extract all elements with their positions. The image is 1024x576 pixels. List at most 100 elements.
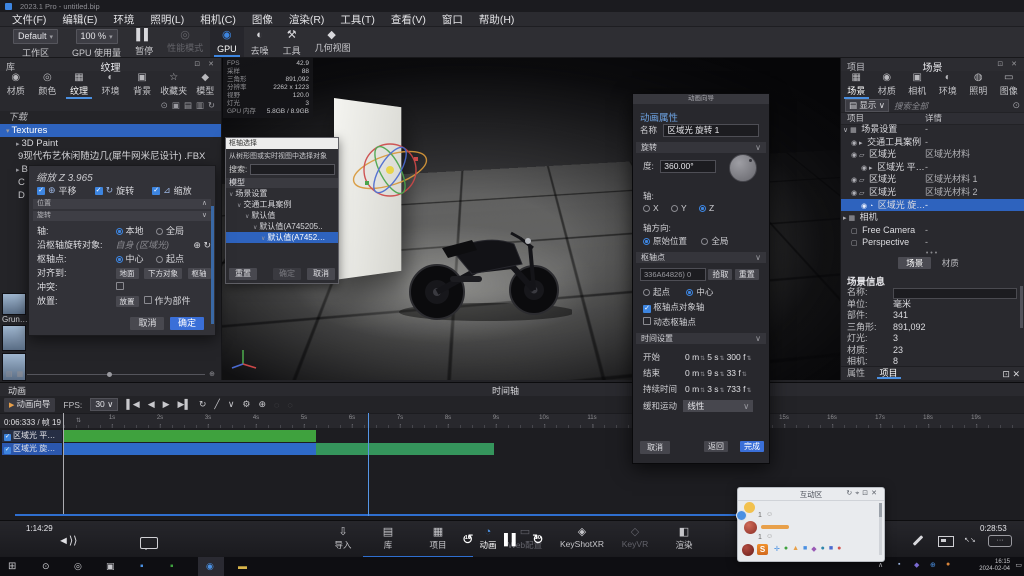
project-tab[interactable]: ▣ 相机	[902, 71, 933, 99]
ribbon-item[interactable]: ◧ 渲染	[662, 526, 706, 551]
refresh-icon[interactable]: ↻	[846, 490, 855, 497]
rewind-10-button[interactable]: ↺10	[462, 531, 474, 548]
tree-row-icon[interactable]: ∨ ▦	[843, 127, 857, 134]
splitter-dots[interactable]: •••	[841, 250, 1024, 257]
taskbar-active-app-icon[interactable]: ◉	[206, 561, 214, 572]
ribbon-item[interactable]: ▤ 库	[366, 526, 410, 551]
tray-icon[interactable]: ▪	[898, 561, 900, 568]
align-below-button[interactable]: 下方对象	[144, 268, 182, 279]
tree-row-icon[interactable]: ◉ ▸	[851, 140, 863, 147]
scene-name-input[interactable]	[893, 288, 1017, 299]
expander-icon[interactable]: ∨	[261, 236, 265, 242]
folder-icon[interactable]: ▣	[172, 100, 180, 111]
ribbon-item[interactable]: ◇ KeyVR	[613, 526, 657, 549]
task-view-icon[interactable]: ▣	[106, 561, 115, 572]
tree-row-icon[interactable]: ◉ ▱	[851, 177, 864, 184]
gpu-button[interactable]: ◉ GPU	[210, 27, 244, 57]
cancel-button[interactable]: 取消	[307, 268, 335, 280]
radio-center[interactable]: 中心	[686, 287, 713, 297]
picker-tree-row[interactable]: ∨默认值(A745205..	[226, 221, 338, 232]
large-view-icon[interactable]: ▦	[17, 370, 24, 378]
pick-button[interactable]: 拾取	[708, 269, 732, 280]
scrollbar[interactable]	[211, 206, 214, 324]
menu-item[interactable]: 窗口	[434, 12, 471, 27]
fps-dropdown[interactable]: 30 ∨	[90, 398, 118, 411]
ok-button[interactable]: 确定	[170, 317, 204, 330]
section-position[interactable]: 位置∧	[33, 199, 211, 209]
preset-dropdown[interactable]: Default▾	[13, 29, 58, 44]
library-tree-row[interactable]: ▸3D Paint	[0, 137, 221, 150]
time-minutes[interactable]: 0 m	[685, 352, 699, 362]
library-tab[interactable]: ◐ 环境	[95, 71, 127, 99]
expander-icon[interactable]: ∨	[229, 192, 233, 198]
back-button[interactable]: 返回	[704, 441, 728, 452]
picker-tree-row[interactable]: ∨场景设置	[226, 188, 338, 199]
degrees-dial[interactable]	[729, 154, 757, 182]
zoom-plus-icon[interactable]: ⊕	[209, 370, 215, 378]
tray-expand-icon[interactable]: ∧	[878, 561, 883, 569]
scrollbar[interactable]	[879, 503, 882, 555]
smiley-icon[interactable]: ☺	[766, 511, 773, 518]
zoom-slider[interactable]	[27, 374, 205, 375]
menu-item[interactable]: 工具(T)	[332, 12, 382, 27]
forward-30-button[interactable]: ↻30	[532, 531, 544, 548]
dialog-title-bar[interactable]: 动画向导	[633, 94, 769, 104]
library-thumbnail[interactable]	[2, 325, 26, 351]
align-ground-button[interactable]: 地面	[116, 268, 139, 279]
translate-toggle[interactable]: ✓⊕平移	[37, 184, 77, 197]
pivot-id-input[interactable]: 336A64826) 0	[640, 268, 706, 281]
tray-icon[interactable]: ●	[946, 561, 950, 568]
scene-tree-row[interactable]: ◉ ▸ 区域光 平… -	[841, 161, 1024, 174]
zoom-slider-knob[interactable]	[107, 372, 112, 377]
notification-icon[interactable]: ▭	[1015, 561, 1022, 569]
menu-item[interactable]: 环境	[105, 12, 142, 27]
tree-row-icon[interactable]: ◉ ▱	[851, 152, 864, 159]
menu-item[interactable]: 编辑(E)	[54, 12, 105, 27]
close-icon[interactable]: ✕	[871, 490, 880, 497]
ribbon-item[interactable]: ◈ KeyShotXR	[560, 526, 604, 549]
track-checkbox[interactable]: ✓	[4, 447, 11, 454]
time-minutes[interactable]: 0 m	[685, 384, 699, 394]
menu-item[interactable]: 相机(C)	[192, 12, 244, 27]
radio-local[interactable]: 本地	[116, 226, 144, 236]
tray-icon[interactable]: ◆	[914, 561, 919, 569]
expander-icon[interactable]: ▾	[6, 128, 10, 135]
scrollbar[interactable]	[1020, 286, 1023, 328]
track-checkbox[interactable]: ✓	[4, 434, 11, 441]
menu-item[interactable]: 图像	[244, 12, 281, 27]
small-view-icon[interactable]: ▤	[6, 370, 13, 378]
tree-row-icon[interactable]: ◉ ▱	[851, 190, 864, 197]
radio-global[interactable]: 全局	[701, 236, 728, 246]
pause-button[interactable]: ▌▌ 暂停	[128, 27, 160, 57]
reset-button[interactable]: 重置	[735, 269, 759, 280]
tab-project[interactable]: 项目	[874, 367, 904, 379]
go-to-end-button[interactable]: ▶▌	[178, 399, 191, 410]
library-tab[interactable]: ◉ 材质	[0, 71, 32, 99]
playhead[interactable]	[368, 413, 369, 516]
tree-row-icon[interactable]: ◉ ▸	[861, 165, 873, 172]
library-tab[interactable]: ◎ 颜色	[32, 71, 64, 99]
scene-tree-row[interactable]: ◉ ▸ 交通工具案例 -	[841, 136, 1024, 149]
geometry-view-button[interactable]: ◆ 几何视图	[308, 27, 356, 57]
mini-tab-material[interactable]: 材质	[934, 257, 967, 269]
library-tree-row[interactable]: 9现代布艺休闲随边几(犀牛网米尼设计) .FBX	[0, 150, 221, 163]
taskbar-clock[interactable]: 16:15 2024-02-04	[979, 559, 1010, 573]
menu-item[interactable]: 文件(F)	[4, 12, 54, 27]
expander-icon[interactable]: ▸	[16, 167, 20, 174]
panel-window-icons[interactable]: ⊡ ✕	[1002, 369, 1020, 380]
search-icon[interactable]: ⊙	[1012, 100, 1020, 111]
expander-icon[interactable]: ∨	[253, 225, 257, 231]
smiley-icon[interactable]: ☺	[766, 533, 773, 540]
library-tab[interactable]: ☆ 收藏夹	[158, 71, 190, 99]
animation-bar[interactable]	[64, 430, 316, 442]
gpu-usage-dropdown[interactable]: 100 %▾	[76, 29, 118, 44]
start-button[interactable]: ⊞	[8, 561, 16, 572]
pause-media-button[interactable]: ▌▌	[504, 534, 520, 546]
collision-checkbox[interactable]	[116, 282, 124, 290]
annotate-pencil-icon[interactable]	[913, 535, 924, 546]
picker-search-input[interactable]	[250, 164, 335, 175]
section-rotation[interactable]: 旋转∨	[636, 142, 766, 153]
section-time[interactable]: 时间设置∨	[636, 333, 766, 344]
tray-icon[interactable]: ⊕	[930, 561, 936, 569]
cancel-button[interactable]: 取消	[640, 441, 670, 454]
